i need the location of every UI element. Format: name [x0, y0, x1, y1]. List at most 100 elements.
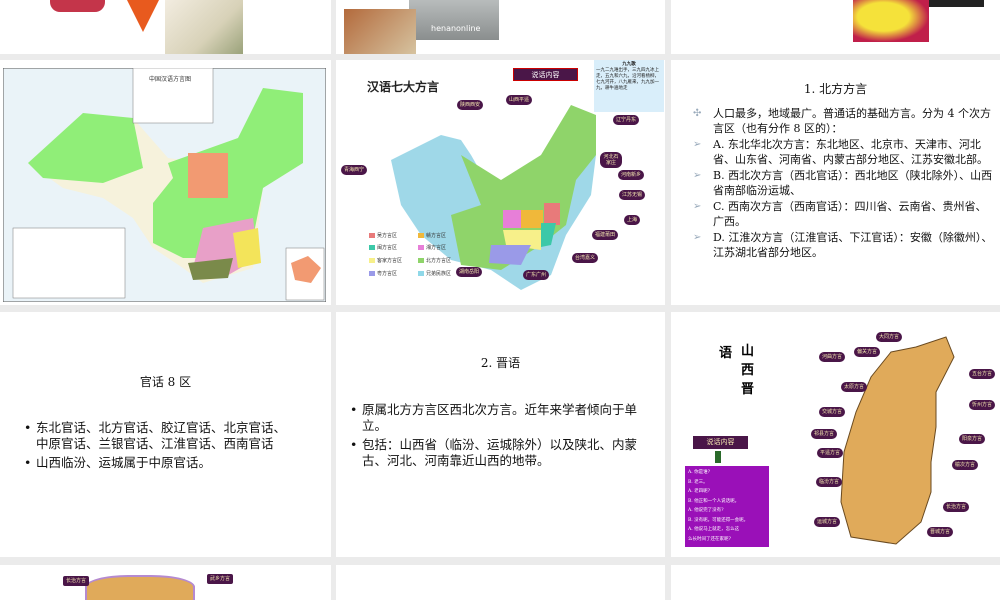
legend-item: 北方方言区	[418, 257, 451, 264]
speech-content-button[interactable]: 说话内容	[513, 68, 578, 81]
map-title: 中国汉语方言图	[148, 76, 191, 83]
legend-swatch	[418, 233, 424, 238]
legend-swatch	[418, 258, 424, 263]
slide-title: 2. 晋语	[480, 356, 521, 370]
slide-title: 官话 8 区	[139, 375, 192, 389]
slide-thumbnail-4[interactable]: 中国汉语方言图	[0, 60, 331, 305]
slide-thumbnail-5[interactable]: 汉语七大方言 说话内容 九九歌 一九二九难出手，三九四九冰上走，五九和六九，沿河…	[336, 60, 665, 305]
legend-item: 湘方言区	[418, 244, 446, 251]
dialect-tag: 运城方言	[814, 517, 841, 527]
paragraph: ➢ C. 西南次方言（西南官话）：四川省、云南省、贵州省、广西。	[693, 200, 987, 228]
dialect-tag: 平遥方言	[817, 448, 844, 458]
location-tag: 河南新乡	[618, 170, 645, 180]
slide-thumbnail-7[interactable]: 官话 8 区 东北官话、北方官话、胶辽官话、北京官话、中原官话、兰银官话、江淮官…	[0, 312, 331, 557]
dialogue-line: A. 老四呢?	[688, 489, 711, 494]
slide-thumbnail-2[interactable]: henanonline	[336, 0, 665, 54]
title-char: 语	[719, 346, 733, 361]
dialogue-line: B. 他正和一个人说话呢。	[688, 498, 740, 504]
location-tag: 福建莆田	[592, 230, 619, 240]
image-caption: henanonline	[431, 24, 481, 33]
legend-item: 粤方言区	[369, 270, 397, 277]
legend-swatch	[369, 233, 375, 238]
china-dialect-map	[3, 68, 326, 302]
arrow-bullet-icon: ➢	[693, 170, 702, 181]
calligraphy-image	[344, 9, 416, 54]
arrow-bullet-icon: ➢	[693, 201, 702, 212]
location-tag: 陕西西安	[457, 100, 484, 110]
slide-thumbnail-9[interactable]: 语 山西晋 说话内容 A. 你是谁? B. 老三。 A. 老四呢? B. 他正和…	[671, 312, 1000, 557]
slide-body: ✣ 人口最多，地域最广。普通话的基础方言。分为 4 个次方言区（也有分作 8 区的…	[693, 107, 994, 262]
dialogue-line: B. 老三。	[688, 479, 708, 485]
legend-swatch	[418, 271, 424, 276]
legend-item: 赣方言区	[418, 232, 446, 239]
slide-title: 1. 北方方言	[803, 82, 868, 96]
dialect-tag: 临汾方言	[816, 477, 843, 487]
location-tag: 青海西宁	[341, 165, 368, 175]
paragraph: ➢ A. 东北华北次方言：东北地区、北京市、天津市、河北省、山东省、河南省、内蒙古…	[693, 138, 988, 166]
bullet-list: 原属北方方言区西北次方言。近年来学者倾向于单立。 包括：山西省（临汾、运城除外）…	[350, 402, 650, 472]
legend-item: 闽方言区	[369, 244, 397, 251]
location-tag: 河北石家庄	[600, 152, 622, 168]
bullet-item: 原属北方方言区西北次方言。近年来学者倾向于单立。	[350, 402, 650, 434]
speech-content-button[interactable]: 说话内容	[693, 436, 748, 449]
dialect-tag: 长治方言	[943, 502, 970, 512]
dialogue-line: A. 他说马上就走，怎么这	[688, 527, 740, 532]
dialogue-line: A. 他说完了没有?	[688, 508, 724, 513]
down-arrow-icon	[715, 451, 721, 463]
dialect-tag: 武乡方言	[207, 574, 234, 584]
shanxi-map	[840, 336, 955, 545]
dialogue-box: A. 你是谁? B. 老三。 A. 老四呢? B. 他正和一个人说话呢。 A. …	[685, 466, 769, 547]
bullet-item: 山西临汾、运城属于中原官话。	[24, 455, 292, 471]
paragraph: ➢ B. 西北次方言（西北官话）：西北地区（陕北除外）、山西省南部临汾运城、	[693, 169, 993, 197]
location-tag: 上海	[624, 215, 641, 225]
legend-swatch	[369, 271, 375, 276]
arrow-bullet-icon: ➢	[693, 139, 702, 150]
seven-dialects-map	[391, 105, 596, 290]
dialect-tag: 忻州方言	[969, 400, 996, 410]
dialogue-line: A. 你是谁?	[688, 470, 711, 475]
map-title: 汉语七大方言	[367, 80, 440, 94]
dialect-tag: 交城方言	[819, 407, 846, 417]
dialect-tag: 偏关方言	[854, 347, 881, 357]
legend-item: 吴方言区	[369, 232, 397, 239]
arrow-bullet-icon: ➢	[693, 232, 702, 243]
poem-box: 九九歌 一九二九难出手，三九四九冰上走，五九和六九，沿河看杨柳，七九河开，八九雁…	[594, 60, 664, 112]
dialect-tag: 晋城方言	[927, 527, 954, 537]
dialect-tag: 五台方言	[969, 369, 996, 379]
legend-swatch	[418, 245, 424, 250]
painting-image	[165, 0, 243, 54]
paragraph: ➢ D. 江淮次方言（江淮官话、下江官话）：安徽（除徽州）、江苏湖北省部分地区。	[693, 231, 993, 259]
region-map	[85, 575, 195, 600]
location-tag: 广东广州	[523, 270, 550, 280]
dialogue-line: B. 没有呢。可能还得一会呢。	[688, 517, 749, 523]
photo-strip-image	[929, 0, 984, 7]
dialogue-line: 么长时间了还在家呢?	[688, 536, 731, 542]
location-tag: 辽宁丹东	[613, 115, 640, 125]
dialect-tag: 太原方言	[841, 382, 868, 392]
paper-cut-image	[50, 0, 105, 12]
slide-thumbnail-1[interactable]	[0, 0, 331, 54]
title-vertical: 山西晋	[741, 344, 755, 397]
bullet-list: 东北官话、北方官话、胶辽官话、北京官话、中原官话、兰银官话、江淮官话、西南官话 …	[24, 420, 292, 474]
dialect-tag: 祁县方言	[811, 429, 838, 439]
slide-thumbnail-10[interactable]: 长治方言 武乡方言	[0, 565, 331, 600]
dialect-tag: 大同方言	[876, 332, 903, 342]
slide-thumbnail-11[interactable]	[336, 565, 665, 600]
diamond-bullet-icon: ✣	[693, 108, 702, 119]
location-tag: 江苏无锡	[619, 190, 646, 200]
legend-swatch	[369, 258, 375, 263]
bullet-item: 东北官话、北方官话、胶辽官话、北京官话、中原官话、兰银官话、江淮官话、西南官话	[24, 420, 292, 452]
dialect-tag: 河曲方言	[819, 352, 846, 362]
slide-thumbnail-12[interactable]	[671, 565, 1000, 600]
diamond-ornament-image	[127, 0, 159, 32]
location-tag: 山西平遥	[506, 95, 533, 105]
slide-thumbnail-8[interactable]: 2. 晋语 原属北方方言区西北次方言。近年来学者倾向于单立。 包括：山西省（临汾…	[336, 312, 665, 557]
slide-thumbnail-3[interactable]	[671, 0, 1000, 54]
poem-text: 一九二九难出手，三九四九冰上走，五九和六九，沿河看杨柳，七九河开，八九雁来，九九…	[596, 68, 659, 91]
legend-swatch	[369, 245, 375, 250]
dragon-boat-image: henanonline	[409, 0, 499, 40]
slide-thumbnail-6[interactable]: 1. 北方方言 ✣ 人口最多，地域最广。普通话的基础方言。分为 4 个次方言区（也…	[671, 60, 1000, 305]
dialect-tag: 阳泉方言	[959, 434, 986, 444]
bullet-item: 包括：山西省（临汾、运城除外）以及陕北、内蒙古、河北、河南靠近山西的地带。	[350, 437, 650, 469]
location-tag: 台湾嘉义	[572, 253, 599, 263]
